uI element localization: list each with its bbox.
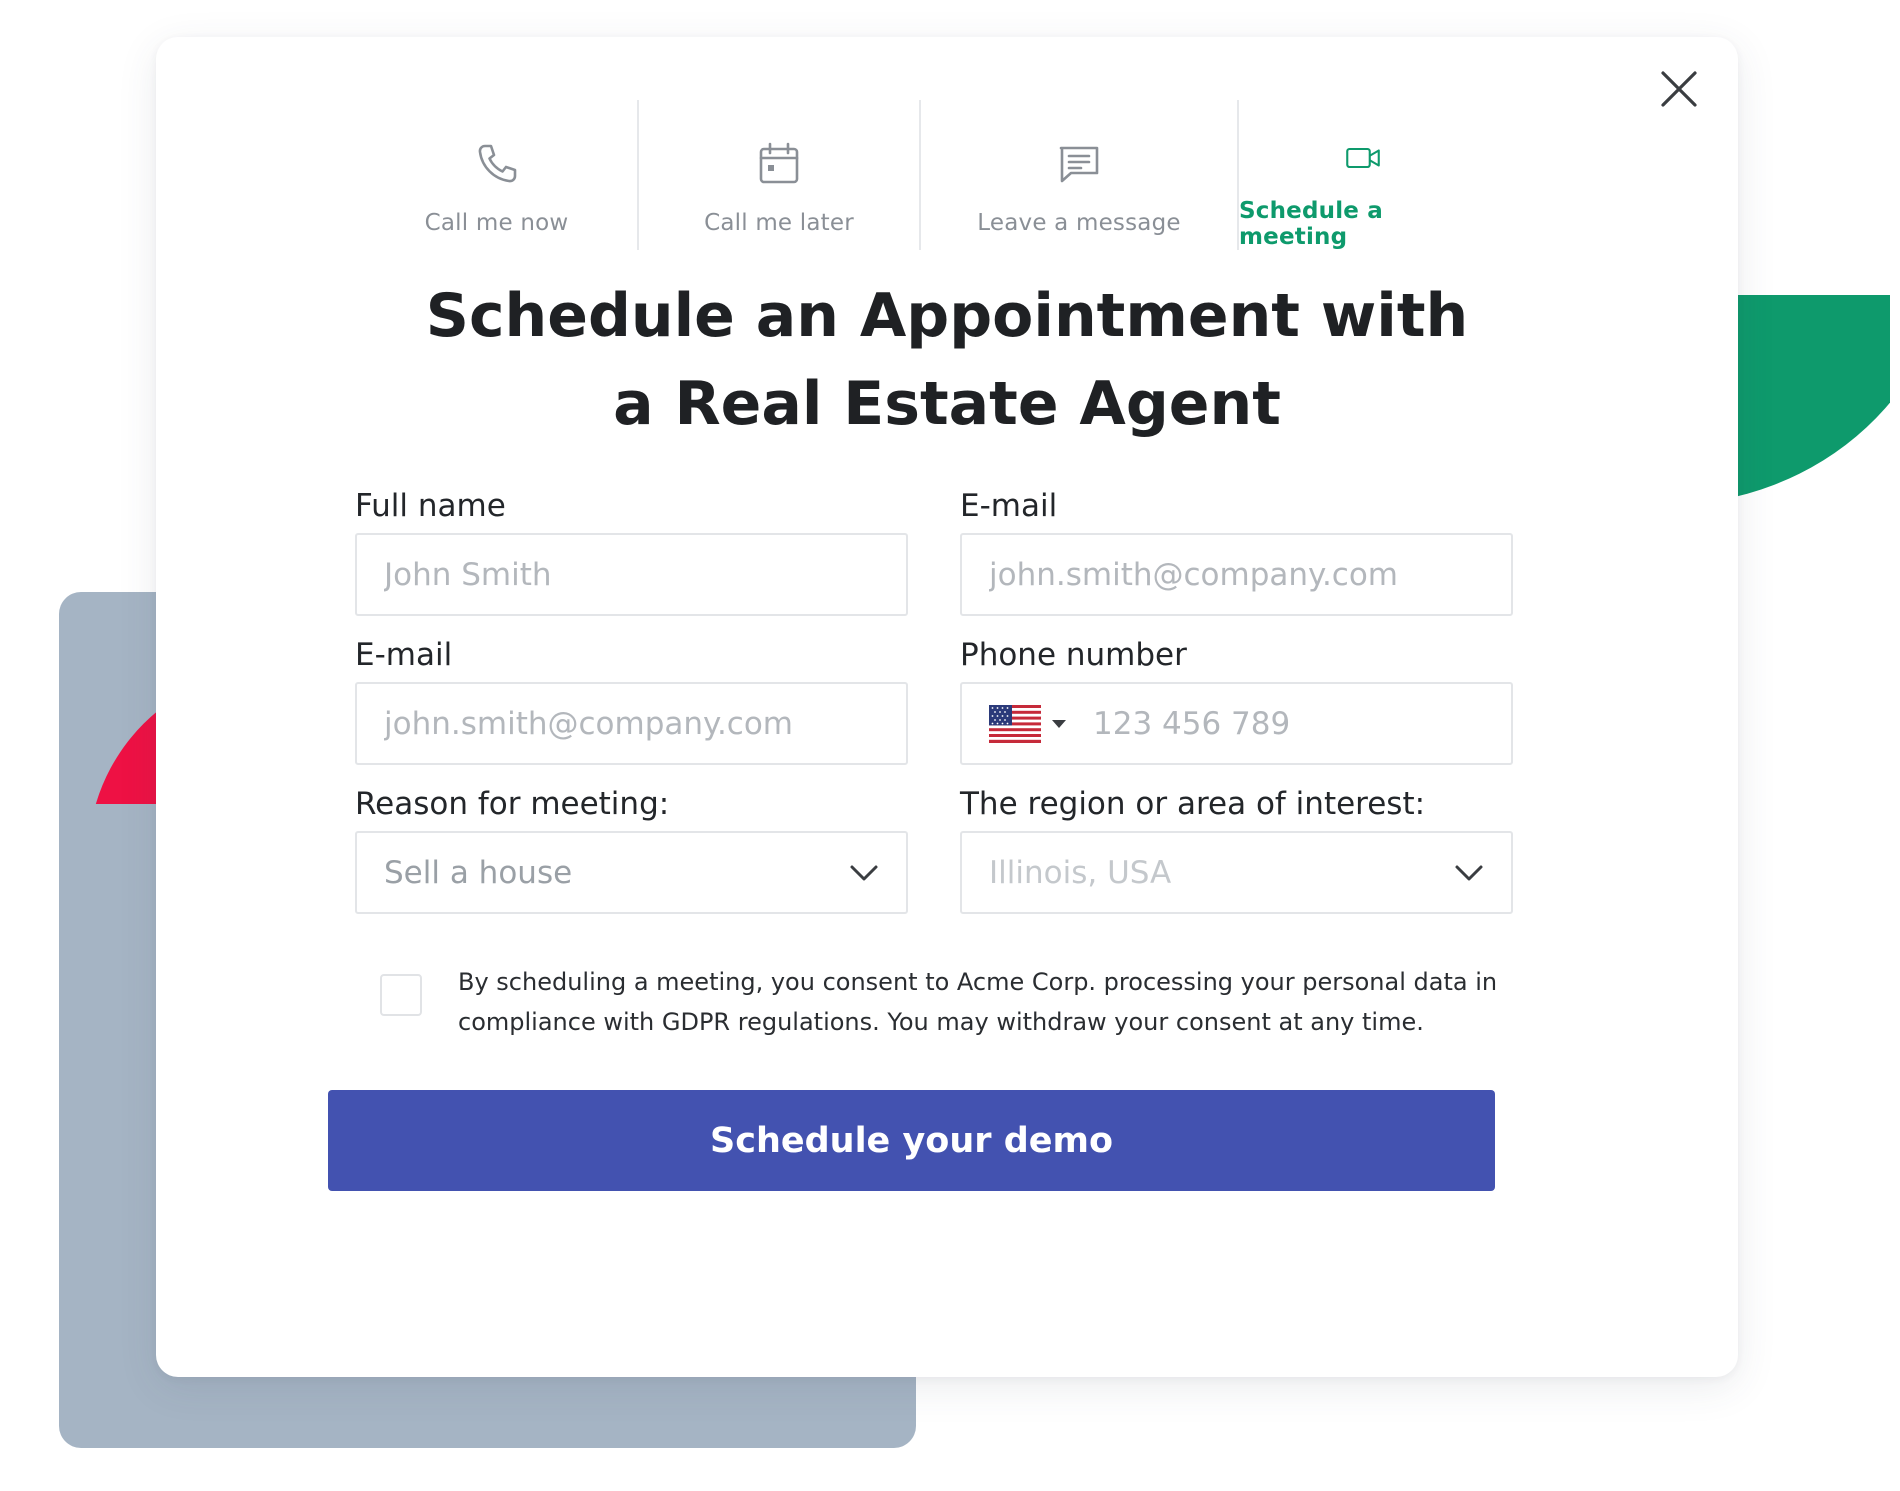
caret-down-icon <box>1052 719 1066 728</box>
tab-schedule-a-meeting[interactable]: Schedule a meeting <box>1239 100 1486 250</box>
title-line-1: Schedule an Appointment with <box>425 281 1469 351</box>
region-selected-value: Illinois, USA <box>989 854 1172 891</box>
full-name-field: Full name <box>355 488 908 616</box>
phone-input[interactable] <box>1093 705 1511 742</box>
calendar-icon <box>759 142 799 184</box>
tab-label: Call me later <box>704 210 854 236</box>
country-selector[interactable] <box>989 704 1067 743</box>
tab-call-me-later[interactable]: Call me later <box>639 100 921 250</box>
phone-box <box>960 682 1513 765</box>
full-name-input[interactable] <box>384 556 906 593</box>
contact-options-tabs: Call me now Call me later Leave a messag… <box>356 100 1486 250</box>
title-line-2: a Real Estate Agent <box>613 369 1281 439</box>
email-box <box>960 533 1513 616</box>
message-icon <box>1059 146 1099 183</box>
reason-selected-value: Sell a house <box>384 854 573 891</box>
email-field-right: E-mail <box>960 488 1513 616</box>
tab-call-me-now[interactable]: Call me now <box>356 100 639 250</box>
tab-label: Leave a message <box>977 210 1181 236</box>
region-select[interactable]: Illinois, USA <box>960 831 1513 914</box>
stage: Call me now Call me later Leave a messag… <box>0 0 1900 1491</box>
region-label: The region or area of interest: <box>960 786 1426 822</box>
close-icon[interactable] <box>1657 67 1701 111</box>
email-input[interactable] <box>384 705 906 742</box>
full-name-label: Full name <box>355 488 506 524</box>
tab-label: Schedule a meeting <box>1239 198 1384 250</box>
schedule-demo-button[interactable]: Schedule your demo <box>328 1090 1495 1191</box>
email-field-left: E-mail <box>355 637 908 765</box>
page-title: Schedule an Appointment with a Real Esta… <box>156 272 1738 448</box>
email-box <box>355 682 908 765</box>
reason-field: Reason for meeting: Sell a house <box>355 786 908 914</box>
full-name-box <box>355 533 908 616</box>
phone-label: Phone number <box>960 637 1187 673</box>
email-input[interactable] <box>989 556 1511 593</box>
chevron-down-icon <box>1455 865 1483 880</box>
consent-checkbox[interactable] <box>380 974 422 1016</box>
schedule-modal: Call me now Call me later Leave a messag… <box>156 37 1738 1377</box>
reason-select[interactable]: Sell a house <box>355 831 908 914</box>
chevron-down-icon <box>850 865 878 880</box>
phone-icon <box>478 144 516 183</box>
email-label: E-mail <box>960 488 1058 524</box>
region-field: The region or area of interest: Illinois… <box>960 786 1513 914</box>
us-flag-icon <box>989 704 1041 743</box>
tab-label: Call me now <box>424 210 569 236</box>
phone-field: Phone number <box>960 637 1513 765</box>
reason-label: Reason for meeting: <box>355 786 670 822</box>
video-camera-icon <box>1345 147 1380 169</box>
email-label: E-mail <box>355 637 453 673</box>
tab-leave-a-message[interactable]: Leave a message <box>921 100 1239 250</box>
consent-text: By scheduling a meeting, you consent to … <box>458 968 1498 1036</box>
